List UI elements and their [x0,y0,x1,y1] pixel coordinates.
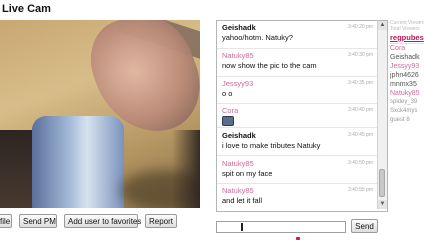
chat-input[interactable] [216,221,346,233]
user-list-item[interactable]: Cora [390,44,424,53]
profile-button[interactable]: file [0,214,12,228]
chat-nick[interactable]: Geishadk [222,23,256,32]
user-list-item[interactable]: mnmx35 [390,80,424,89]
chat-time: 3:40:50 pm [347,160,373,166]
chat-text: spit on my face [222,169,273,178]
chat-time: 3:40:35 pm [347,80,373,86]
chat-nick[interactable]: Natuky85 [222,159,254,168]
emoticon-icon [222,116,234,127]
chat-message: Geishadk 3:40:20 pm yahoo/hotm. Natuky? [217,23,377,42]
user-list-item[interactable]: Sxck4mys [390,107,424,116]
chat-text: and let it fall [222,196,263,205]
chat-message: Natuky85 3:40:55 pm and let it fall [217,186,377,205]
chat-message: Natuky85 3:40:30 pm now show the pic to t… [217,51,377,70]
send-pm-button[interactable]: Send PM [19,214,57,228]
chat-divider [217,48,377,49]
chat-text: i love to make tributes Natuky [222,141,321,150]
user-list-item[interactable]: spidey_39 [390,98,424,107]
chat-message: Cora 3:40:40 pm [217,106,377,127]
user-list-item[interactable]: jphn4626 [390,71,424,80]
user-list-item[interactable]: Geishadk [390,53,424,62]
chat-message: Jessyy93 3:40:35 pm o o [217,79,377,98]
chat-time: 3:40:45 pm [347,132,373,138]
chat-divider [217,103,377,104]
chat-text: yahoo/hotm. Natuky? [222,33,293,42]
page-title: Live Cam [2,3,51,15]
video-cup-shape [32,116,124,208]
user-list-item-highlight[interactable]: regpubes [390,33,424,42]
chat-nick[interactable]: Natuky85 [222,51,254,60]
scroll-up-arrow-icon[interactable]: ▲ [378,21,387,30]
add-to-favorites-button[interactable]: Add user to favorites [64,214,141,228]
user-list-item[interactable]: guest 8 [390,116,424,125]
user-list-item[interactable]: Natuky85 [390,89,424,98]
viewers-total-label: Total Viewers [390,26,420,32]
chat-text: o o [222,89,233,98]
chat-messages: Geishadk 3:40:20 pm yahoo/hotm. Natuky? N… [217,21,377,209]
chat-time: 3:40:55 pm [347,187,373,193]
report-button[interactable]: Report [145,214,177,228]
chat-message: Geishadk 3:40:45 pm i love to make tribut… [217,131,377,150]
chat-divider [217,76,377,77]
text-cursor-icon [241,223,243,231]
chat-emoticon-row [217,116,377,127]
chat-panel[interactable]: Geishadk 3:40:20 pm yahoo/hotm. Natuky? N… [216,20,388,212]
video-dark-object [0,130,34,208]
scroll-thumb[interactable] [379,169,385,197]
send-button[interactable]: Send [351,219,378,233]
chat-divider [217,127,377,128]
chat-time: 3:40:20 pm [347,24,373,30]
chat-time: 3:40:30 pm [347,52,373,58]
chat-nick[interactable]: Natuky85 [222,186,254,195]
user-list[interactable]: Current Viewers Total Viewers regpubes C… [390,20,424,130]
video-edge-shade [172,130,200,208]
user-list-item[interactable]: Jessyy93 [390,62,424,71]
chat-nick[interactable]: Geishadk [222,131,256,140]
chat-scrollbar[interactable]: ▲ ▼ [377,21,387,209]
webcam-video [0,20,200,208]
chat-time: 3:40:40 pm [347,107,373,113]
chat-message: Natuky85 3:40:50 pm spit on my face [217,159,377,178]
chat-nick[interactable]: Cora [222,106,238,115]
chat-text: now show the pic to the cam [222,61,317,70]
scroll-down-arrow-icon[interactable]: ▼ [378,200,387,209]
chat-divider [217,183,377,184]
chat-divider [217,155,377,156]
chat-nick[interactable]: Jessyy93 [222,79,253,88]
